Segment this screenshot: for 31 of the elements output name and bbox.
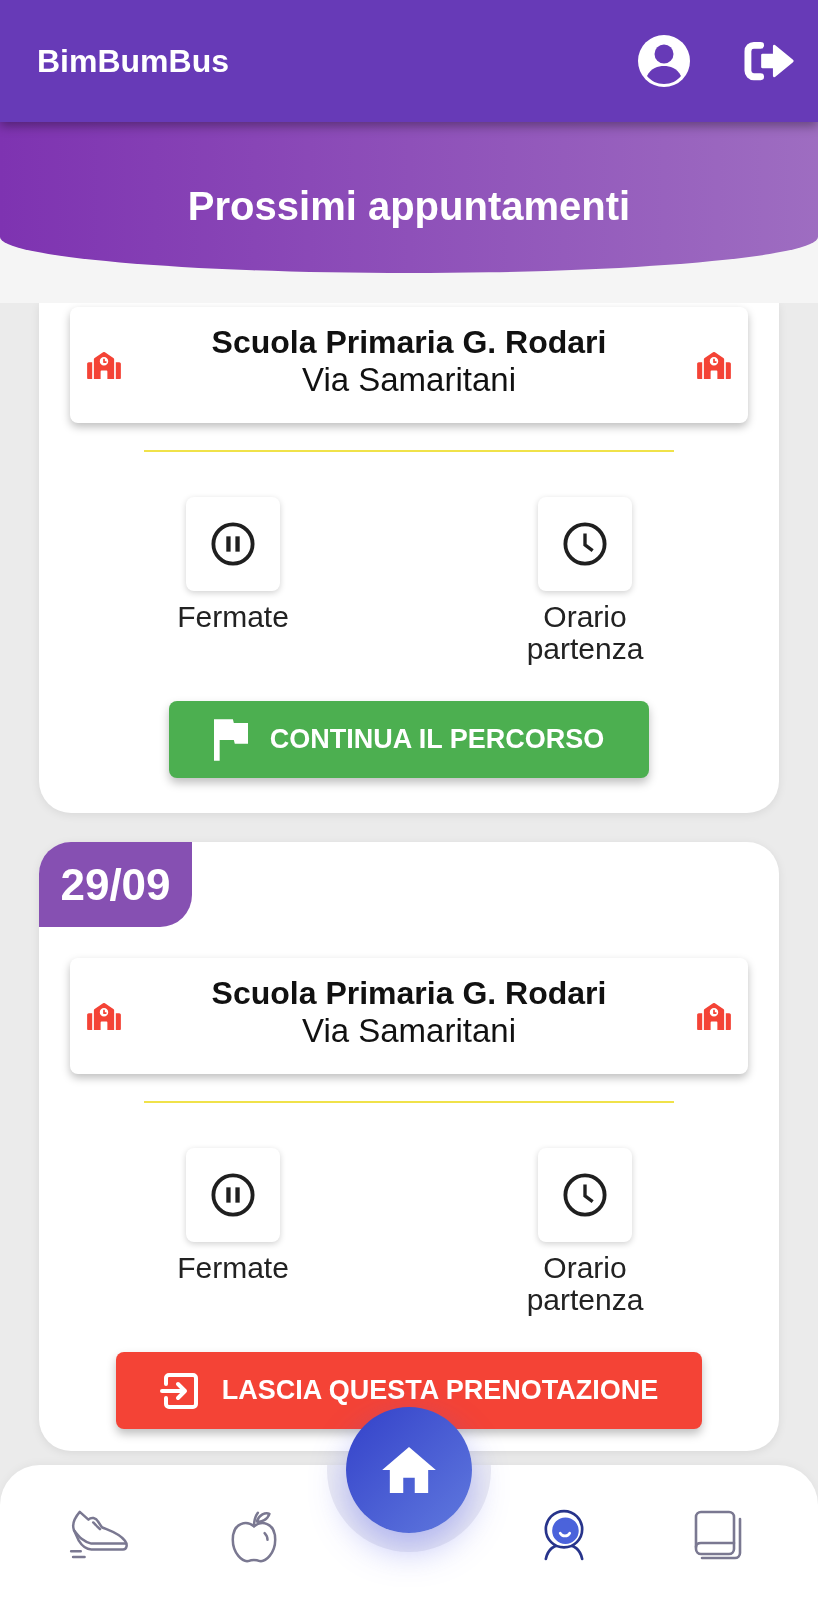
info-label: Fermate [177,601,289,635]
icon-tile[interactable] [186,1148,280,1242]
leave-button[interactable]: LASCIA QUESTA PRENOTAZIONE [116,1352,702,1429]
school-icon [697,1002,731,1030]
info-label: Orario partenza [525,1252,645,1316]
account-icon[interactable] [638,35,690,87]
info-label: Fermate [177,1252,289,1286]
pause-circle-icon [211,522,255,566]
enter-icon [159,1370,200,1411]
school-address: Via Samaritani [302,1012,516,1050]
school-icon [87,351,121,379]
school-name: Scuola Primaria G. Rodari [211,323,607,361]
school-icon [87,1002,121,1030]
app-title: BimBumBus [37,42,229,81]
school-icon [697,351,731,379]
page-title: Prossimi appuntamenti [187,182,631,230]
icon-tile[interactable] [538,1148,632,1242]
icon-tile[interactable] [538,497,632,591]
icon-tile[interactable] [186,497,280,591]
logout-icon[interactable] [744,41,795,81]
date-badge: 29/09 [39,842,192,927]
sneaker-icon [67,1509,130,1559]
pause-circle-icon [211,1173,255,1217]
clock-icon [563,522,607,566]
flag-icon [213,718,248,761]
school-name: Scuola Primaria G. Rodari [211,974,607,1012]
info-label: Orario partenza [525,601,645,665]
clock-icon [563,1173,607,1217]
school-address: Via Samaritani [302,361,516,399]
continue-button[interactable]: CONTINUA IL PERCORSO [169,701,649,778]
home-icon [382,1447,436,1493]
